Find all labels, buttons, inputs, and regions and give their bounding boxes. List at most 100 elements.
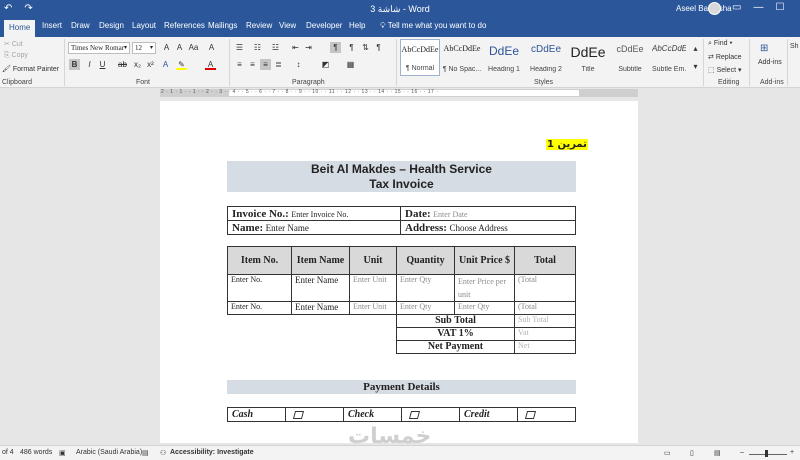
bullets-icon[interactable]: ☰ — [234, 42, 245, 53]
decrease-indent-icon[interactable]: ⇤ — [290, 42, 301, 53]
cash-checkbox[interactable] — [292, 411, 305, 420]
grow-font-icon[interactable]: A — [161, 42, 172, 53]
vat-field[interactable]: Vat — [514, 327, 576, 341]
underline-icon[interactable]: U — [97, 59, 108, 70]
tab-design[interactable]: Design — [99, 21, 124, 30]
accessibility-icon[interactable]: ⚇ — [160, 449, 166, 457]
check-checkbox-cell[interactable] — [401, 407, 460, 422]
rtl-direction-icon[interactable]: ¶ — [330, 42, 341, 53]
language-indicator[interactable]: Arabic (Saudi Arabia) — [76, 449, 142, 456]
shading-icon[interactable]: ◩ — [320, 59, 331, 70]
show-marks-icon[interactable]: ¶ — [373, 42, 384, 53]
tab-draw[interactable]: Draw — [71, 21, 90, 30]
credit-checkbox[interactable] — [524, 411, 537, 420]
addins-button[interactable]: Add-ins — [758, 59, 782, 66]
font-color-icon[interactable]: A — [205, 59, 216, 70]
styles-more-icon[interactable]: ▾ — [690, 61, 701, 72]
name-field[interactable]: Enter Name — [266, 223, 309, 233]
check-checkbox[interactable] — [408, 411, 421, 420]
sort-icon[interactable]: ⇅ — [360, 42, 371, 53]
borders-icon[interactable]: ▦ — [345, 59, 356, 70]
tab-review[interactable]: Review — [246, 21, 272, 30]
proofing-icon[interactable]: ▣ — [59, 449, 66, 457]
style-heading-2[interactable]: cDdEe Heading 2 — [526, 39, 566, 76]
copy-button[interactable]: ⎘ Copy — [4, 52, 28, 60]
print-layout-icon[interactable]: ▤ — [714, 449, 721, 457]
tab-layout[interactable]: Layout — [132, 21, 156, 30]
quantity-cell[interactable]: Enter Qty — [396, 274, 455, 302]
bold-icon[interactable]: B — [69, 59, 80, 70]
unit-cell[interactable]: Enter Unit — [349, 274, 397, 302]
tab-help[interactable]: Help — [349, 21, 365, 30]
styles-scroll-icon[interactable]: ▴ — [690, 43, 701, 54]
focus-mode-icon[interactable]: ▭ — [664, 449, 671, 457]
zoom-out-icon[interactable]: – — [740, 449, 744, 456]
line-spacing-icon[interactable]: ↕ — [293, 59, 304, 70]
item-name-cell[interactable]: Enter Name — [291, 274, 350, 302]
align-left-icon[interactable]: ≡ — [234, 59, 245, 70]
net-payment-field[interactable]: Net — [514, 340, 576, 354]
ribbon-display-icon[interactable]: ▭ — [732, 2, 741, 13]
shrink-font-icon[interactable]: A — [174, 42, 185, 53]
style-title[interactable]: DdEe Title — [568, 39, 608, 76]
read-mode-icon[interactable]: ▯ — [690, 449, 694, 457]
subscript-icon[interactable]: x₂ — [132, 59, 143, 70]
unit-cell[interactable]: Enter Unit — [349, 301, 397, 315]
tell-me-search[interactable]: 💡︎ Tell me what you want to do — [380, 21, 486, 31]
tab-view[interactable]: View — [279, 21, 296, 30]
tab-developer[interactable]: Developer — [306, 21, 342, 30]
format-painter-button[interactable]: 🖌︎ Format Painter — [2, 65, 59, 73]
tab-insert[interactable]: Insert — [42, 21, 62, 30]
ruler-track[interactable]: 2 · 1 · 1 · · 1 · · 2 · · 3 · · 4 · · 5 … — [160, 89, 638, 97]
italic-icon[interactable]: I — [84, 59, 95, 70]
numbering-icon[interactable]: ☷ — [252, 42, 263, 53]
item-name-cell[interactable]: Enter Name — [291, 301, 350, 315]
tab-references[interactable]: References — [164, 21, 205, 30]
date-field[interactable]: Enter Date — [433, 210, 467, 219]
accessibility-status[interactable]: Accessibility: Investigate — [170, 449, 254, 456]
total-cell[interactable]: (Total — [514, 274, 576, 302]
cash-checkbox-cell[interactable] — [285, 407, 344, 422]
tab-home[interactable]: Home — [4, 20, 36, 37]
replace-button[interactable]: ⇄ Replace — [708, 53, 742, 61]
multilevel-list-icon[interactable]: ☳ — [270, 42, 281, 53]
zoom-slider[interactable] — [749, 454, 787, 455]
addins-icon[interactable]: ⊞ — [760, 43, 768, 54]
strikethrough-icon[interactable]: ab — [117, 59, 128, 70]
share-button[interactable]: Sh — [790, 43, 799, 50]
quantity-cell[interactable]: Enter Qty — [396, 301, 455, 315]
address-dropdown[interactable]: Choose Address — [449, 223, 507, 233]
track-changes-icon[interactable]: ▤ — [142, 449, 149, 457]
align-center-icon[interactable]: ≡ — [247, 59, 258, 70]
style-normal[interactable]: AbCcDdEe ¶ Normal — [400, 39, 440, 76]
change-case-icon[interactable]: Aa — [188, 42, 199, 53]
invoice-no-cell[interactable]: Invoice No.: Enter Invoice No. — [227, 206, 401, 221]
address-cell[interactable]: Address: Choose Address — [400, 220, 576, 235]
zoom-slider-handle[interactable] — [765, 450, 768, 457]
total-cell[interactable]: (Total — [514, 301, 576, 315]
align-right-icon[interactable]: ≡ — [260, 59, 271, 70]
text-effects-icon[interactable]: A — [160, 59, 171, 70]
item-no-cell[interactable]: Enter No. — [227, 301, 292, 315]
word-count[interactable]: 486 words — [20, 449, 52, 456]
tab-mailings[interactable]: Mailings — [208, 21, 237, 30]
invoice-no-field[interactable]: Enter Invoice No. — [291, 210, 348, 219]
justify-icon[interactable]: ≣ — [273, 59, 284, 70]
date-cell[interactable]: Date: Enter Date — [400, 206, 576, 221]
subtotal-field[interactable]: Sub Total — [514, 314, 576, 328]
ltr-direction-icon[interactable]: ¶ — [346, 42, 357, 53]
document-page[interactable]: تمرين 1 Beit Al Makdes – Health Service … — [160, 101, 638, 443]
superscript-icon[interactable]: x² — [145, 59, 156, 70]
credit-checkbox-cell[interactable] — [517, 407, 576, 422]
style-subtle-emphasis[interactable]: AbCcDdEe Subtle Em... — [652, 39, 686, 76]
name-cell[interactable]: Name: Enter Name — [227, 220, 401, 235]
select-button[interactable]: ⬚ Select ▾ — [708, 66, 742, 74]
unit-price-cell[interactable]: Enter Price per unit — [454, 274, 515, 302]
zoom-in-icon[interactable]: + — [790, 449, 794, 456]
minimize-icon[interactable]: — — [753, 2, 763, 13]
increase-indent-icon[interactable]: ⇥ — [303, 42, 314, 53]
unit-price-cell[interactable]: Enter Qty — [454, 301, 515, 315]
cut-button[interactable]: ✂ Cut — [4, 40, 23, 48]
clear-formatting-icon[interactable]: A — [206, 42, 217, 53]
style-subtitle[interactable]: cDdEe Subtitle — [610, 39, 650, 76]
